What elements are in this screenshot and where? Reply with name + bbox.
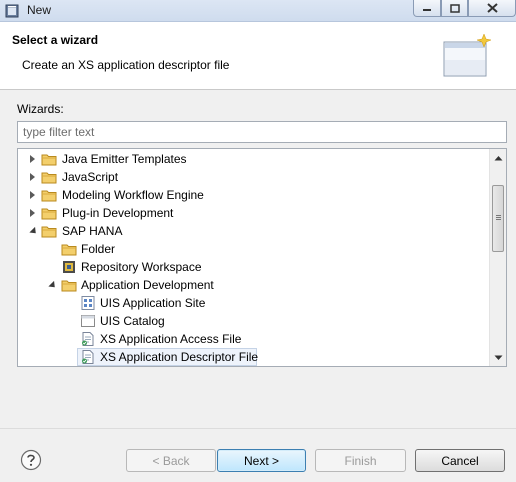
vertical-scrollbar[interactable] — [489, 149, 506, 366]
back-button[interactable]: < Back — [126, 449, 216, 472]
tree-item[interactable]: Repository Workspace — [18, 258, 490, 276]
grip-line — [496, 215, 501, 216]
catalog-icon — [81, 315, 95, 327]
tree-item-label: Repository Workspace — [81, 260, 202, 274]
tree-item[interactable]: SAP HANA — [18, 222, 490, 240]
collapse-arrow-icon[interactable] — [30, 173, 35, 181]
tree-item[interactable]: XS Application Access File — [18, 330, 490, 348]
grip-line — [496, 219, 501, 220]
minimize-icon — [423, 9, 431, 11]
site-icon — [81, 296, 95, 310]
expand-arrow-icon[interactable] — [29, 226, 39, 237]
tree-item-label: XS Application Access File — [100, 332, 242, 346]
folder-icon — [61, 280, 77, 292]
banner-description: Create an XS application descriptor file — [22, 58, 230, 72]
help-icon[interactable] — [20, 449, 42, 471]
minimize-button[interactable] — [413, 0, 441, 17]
folder-icon — [41, 208, 57, 220]
folder-icon — [41, 190, 57, 202]
scroll-thumb[interactable] — [492, 185, 504, 252]
button-bar-separator — [0, 428, 516, 429]
wizard-banner: Select a wizard Create an XS application… — [0, 22, 516, 90]
tree-item[interactable]: Application Development — [18, 276, 490, 294]
maximize-button[interactable] — [441, 0, 468, 17]
tree-item[interactable]: JavaScript — [18, 168, 490, 186]
expand-arrow-icon[interactable] — [48, 280, 58, 291]
collapse-arrow-icon[interactable] — [30, 191, 35, 199]
tree-item-label: UIS Application Site — [100, 296, 206, 310]
window-title: New — [27, 3, 52, 17]
filter-input[interactable] — [17, 121, 507, 143]
arrow-up-icon — [494, 155, 503, 160]
tree-item[interactable]: Modeling Workflow Engine — [18, 186, 490, 204]
folder-icon — [41, 154, 57, 166]
finish-button[interactable]: Finish — [315, 449, 406, 472]
tree-item[interactable]: UIS Catalog — [18, 312, 490, 330]
collapse-arrow-icon[interactable] — [30, 209, 35, 217]
tree-item-label: Folder — [81, 242, 116, 256]
next-button[interactable]: Next > — [217, 449, 306, 472]
arrow-down-icon — [494, 355, 503, 360]
folder-icon — [41, 172, 57, 184]
tree-item-label: SAP HANA — [62, 224, 123, 238]
tree-item-label: Modeling Workflow Engine — [62, 188, 204, 202]
tree-item-label: UIS Catalog — [100, 314, 165, 328]
scroll-down-button[interactable] — [490, 349, 506, 366]
wizard-tree[interactable]: Java Emitter Templates JavaScript Modeling… — [17, 148, 507, 367]
tree-item[interactable]: Folder — [18, 240, 490, 258]
file-icon — [82, 332, 94, 346]
tree-item-label: Java Emitter Templates — [62, 152, 187, 166]
tree-item-label: XS Application Descriptor File — [100, 350, 259, 364]
title-bar: New — [0, 0, 516, 22]
tree-item[interactable]: XS Application Descriptor File — [18, 348, 490, 366]
grip-line — [496, 217, 501, 218]
tree-item-label: JavaScript — [62, 170, 119, 184]
tree-item[interactable]: UIS Application Site — [18, 294, 490, 312]
tree-item-label: Application Development — [81, 278, 214, 292]
tree-item-label: Plug-in Development — [62, 206, 174, 220]
tree-item[interactable]: Java Emitter Templates — [18, 150, 490, 168]
close-icon — [486, 3, 498, 13]
scroll-up-button[interactable] — [490, 149, 506, 166]
folder-icon — [41, 226, 57, 238]
file-icon — [82, 350, 94, 364]
banner-title: Select a wizard — [12, 33, 99, 47]
eclipse-app-icon — [5, 4, 19, 18]
workspace-icon — [63, 261, 75, 273]
wizards-label: Wizards: — [17, 102, 64, 116]
maximize-icon — [449, 3, 460, 13]
folder-icon — [61, 244, 77, 256]
wizard-banner-icon — [443, 33, 492, 77]
close-button[interactable] — [468, 0, 516, 17]
tree-item[interactable]: Plug-in Development — [18, 204, 490, 222]
collapse-arrow-icon[interactable] — [30, 155, 35, 163]
cancel-button[interactable]: Cancel — [415, 449, 505, 472]
